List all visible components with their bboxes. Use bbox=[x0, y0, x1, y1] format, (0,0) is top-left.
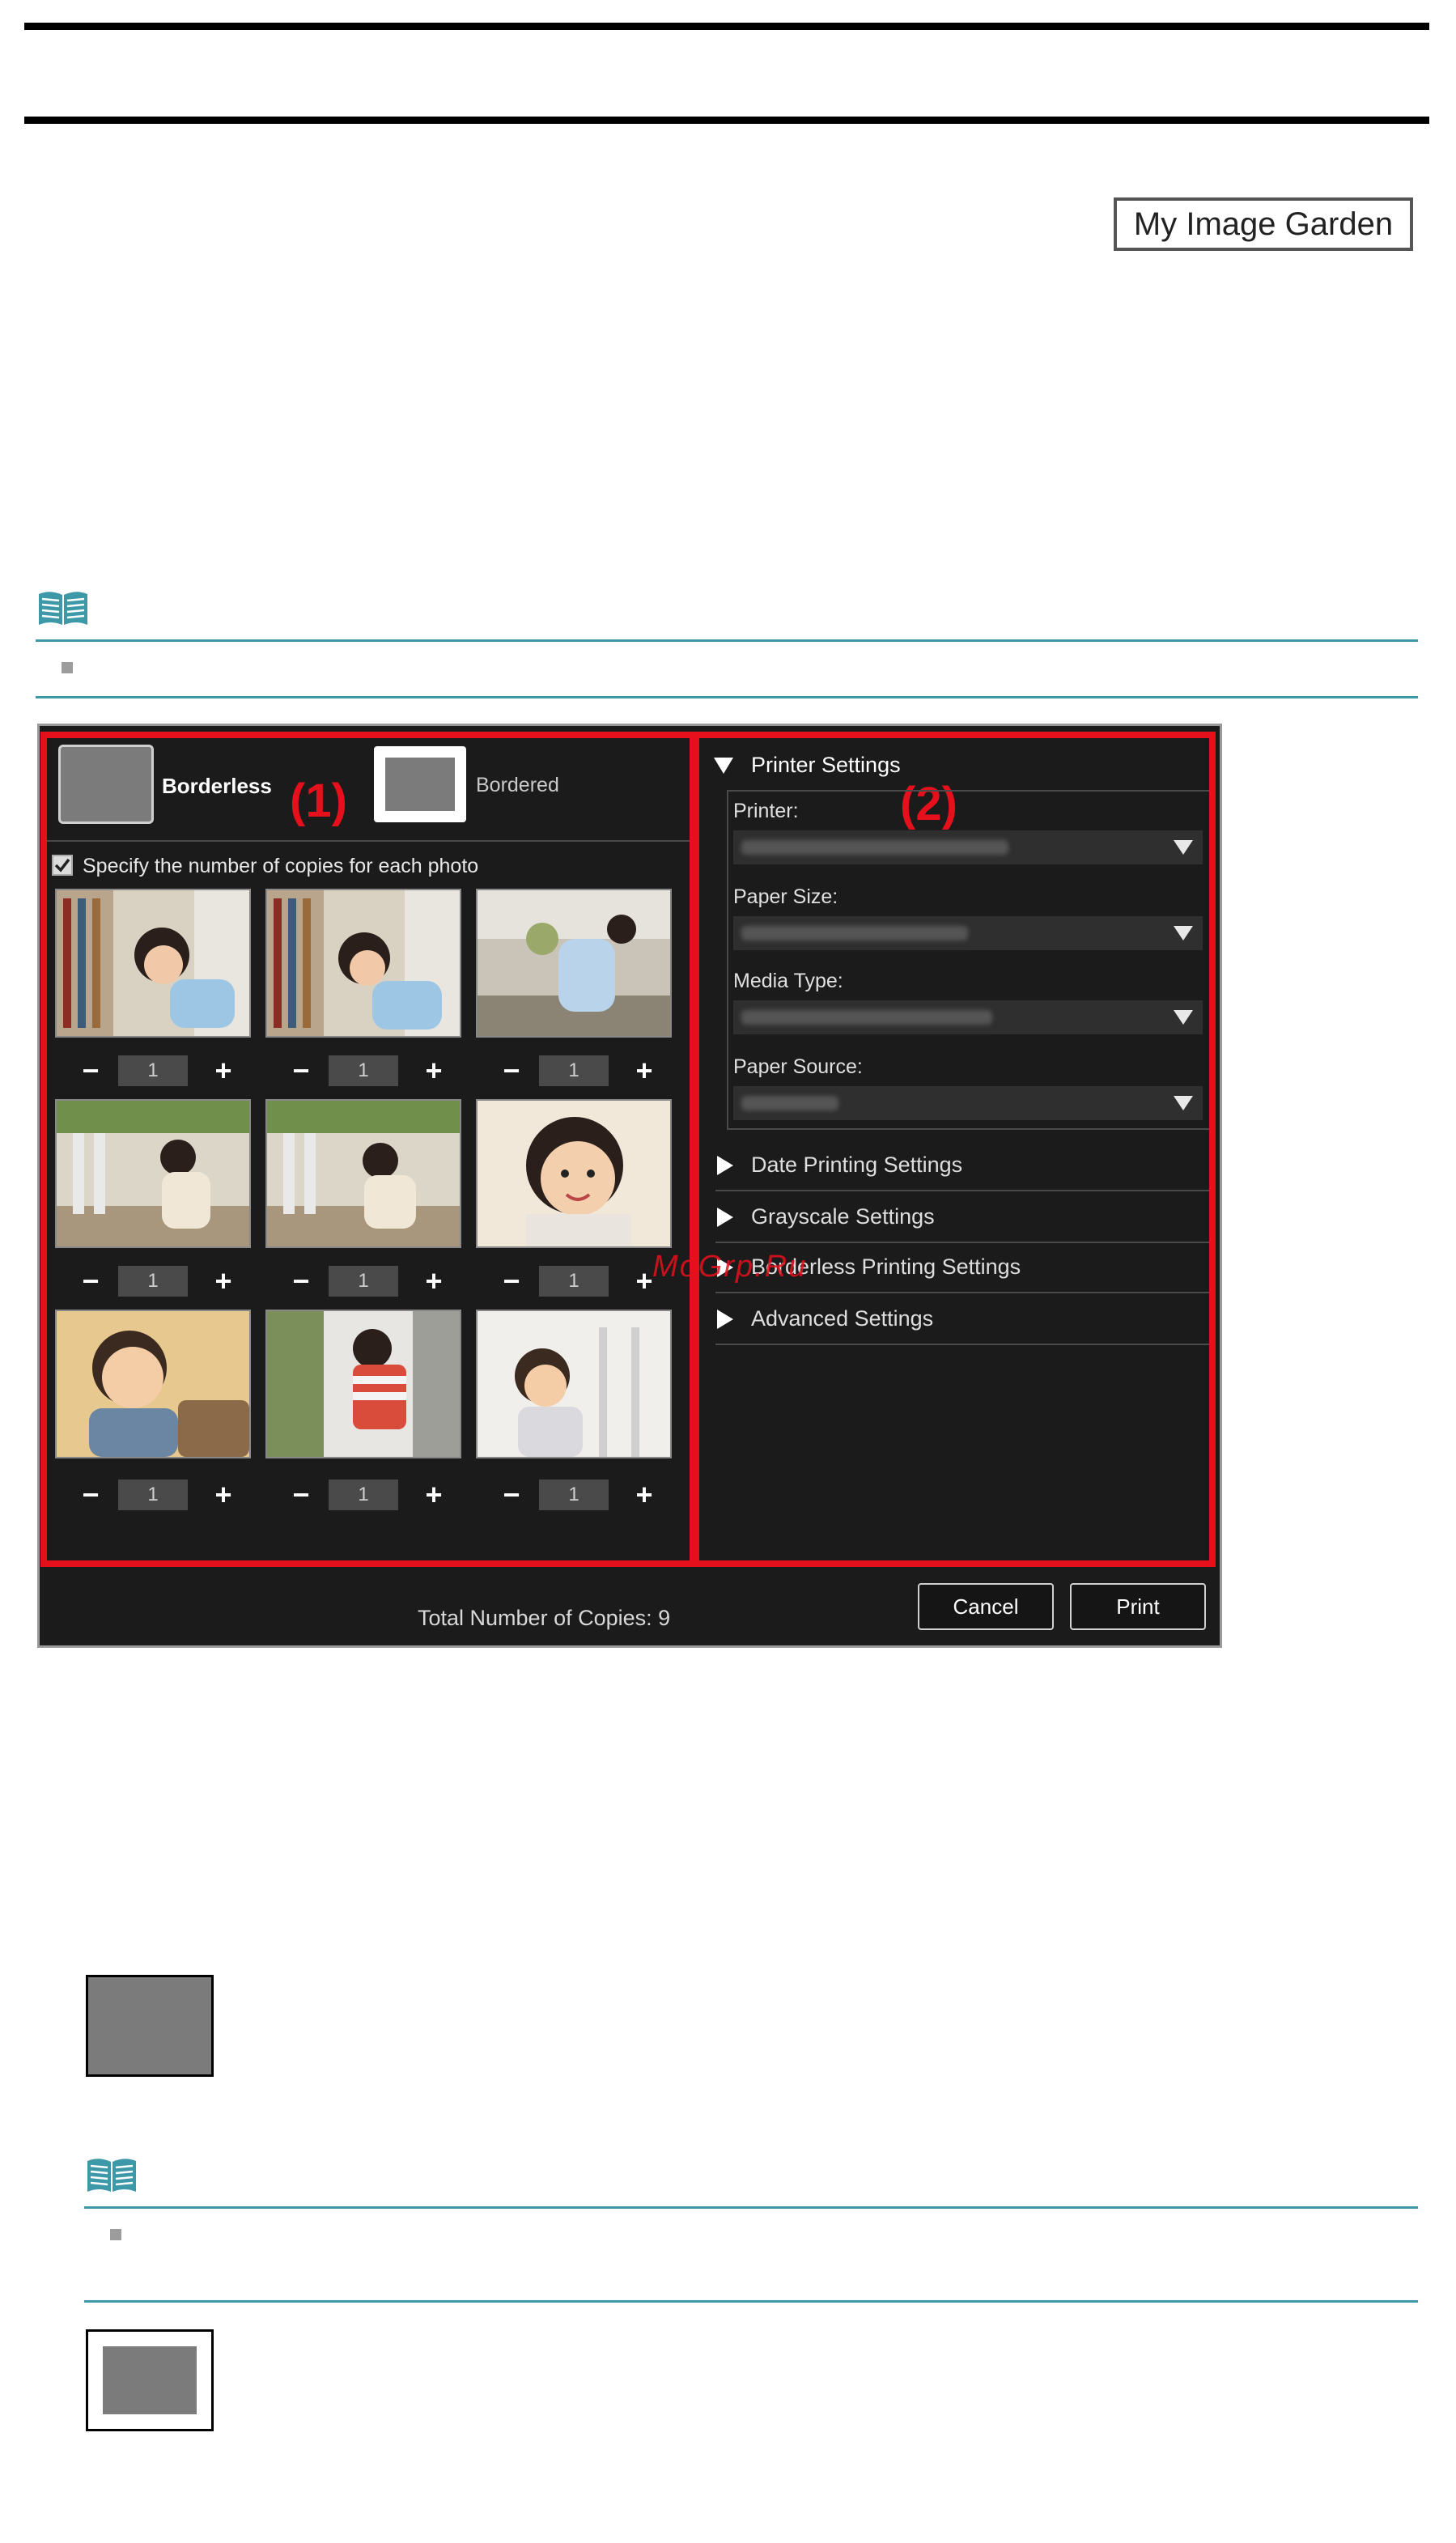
cancel-button[interactable]: Cancel bbox=[918, 1583, 1054, 1630]
photo-thumbnail[interactable] bbox=[476, 889, 672, 1038]
watermark: MoGrp.Ru bbox=[652, 1250, 808, 1284]
blurred-value bbox=[741, 1096, 838, 1110]
dropdown-arrow-icon bbox=[1174, 926, 1193, 940]
section-divider bbox=[715, 1344, 1209, 1345]
checkmark-icon bbox=[54, 858, 70, 872]
note-book-icon bbox=[87, 2159, 136, 2192]
copies-stepper: − 1 + bbox=[55, 1054, 265, 1088]
copies-input[interactable]: 1 bbox=[539, 1266, 609, 1297]
top-rule bbox=[24, 23, 1429, 30]
plus-button[interactable]: + bbox=[209, 1478, 238, 1512]
plus-button[interactable]: + bbox=[419, 1054, 448, 1088]
plus-button[interactable]: + bbox=[630, 1478, 659, 1512]
plus-button[interactable]: + bbox=[419, 1264, 448, 1298]
note-book-icon bbox=[39, 592, 87, 625]
date-printing-settings-header[interactable]: Date Printing Settings bbox=[751, 1153, 962, 1178]
plus-button[interactable]: + bbox=[419, 1478, 448, 1512]
photo-thumbnail[interactable] bbox=[476, 1099, 672, 1248]
section-divider bbox=[715, 1190, 1209, 1191]
copies-stepper: − 1 + bbox=[55, 1478, 265, 1512]
plus-button[interactable]: + bbox=[630, 1054, 659, 1088]
paper-source-select[interactable] bbox=[733, 1086, 1203, 1120]
copies-input[interactable]: 1 bbox=[539, 1055, 609, 1086]
copies-input[interactable]: 1 bbox=[118, 1480, 188, 1510]
copies-input[interactable]: 1 bbox=[118, 1055, 188, 1086]
expanded-arrow-icon[interactable] bbox=[714, 758, 733, 774]
printer-settings-header[interactable]: Printer Settings bbox=[751, 753, 901, 778]
blurred-value bbox=[741, 926, 968, 940]
media-type-label: Media Type: bbox=[733, 970, 843, 992]
bordered-label[interactable]: Bordered bbox=[476, 774, 559, 797]
paper-source-label: Paper Source: bbox=[733, 1055, 863, 1078]
dropdown-arrow-icon bbox=[1174, 840, 1193, 855]
borderless-example-icon bbox=[86, 1975, 214, 2077]
dropdown-arrow-icon bbox=[1174, 1010, 1193, 1025]
note-bullet bbox=[110, 2229, 121, 2240]
copies-stepper: − 1 + bbox=[265, 1264, 476, 1298]
copies-stepper: − 1 + bbox=[265, 1054, 476, 1088]
borderless-layout-thumb[interactable] bbox=[58, 745, 154, 824]
photo-thumbnail[interactable] bbox=[55, 1310, 251, 1458]
paper-size-label: Paper Size: bbox=[733, 885, 838, 908]
blurred-value bbox=[741, 840, 1008, 855]
copies-stepper: − 1 + bbox=[265, 1478, 476, 1512]
minus-button[interactable]: − bbox=[76, 1478, 105, 1512]
collapsed-arrow-icon[interactable] bbox=[717, 1156, 733, 1175]
plus-button[interactable]: + bbox=[209, 1054, 238, 1088]
borderless-label[interactable]: Borderless bbox=[162, 774, 272, 799]
minus-button[interactable]: − bbox=[497, 1054, 526, 1088]
bordered-layout-thumb[interactable] bbox=[374, 746, 466, 822]
section-divider bbox=[715, 1242, 1209, 1243]
minus-button[interactable]: − bbox=[497, 1264, 526, 1298]
copies-stepper: − 1 + bbox=[476, 1478, 686, 1512]
minus-button[interactable]: − bbox=[497, 1478, 526, 1512]
photo-thumbnail[interactable] bbox=[55, 1099, 251, 1248]
note-top-line bbox=[36, 639, 1418, 642]
bordered-example-icon bbox=[86, 2329, 214, 2431]
title-rule bbox=[24, 117, 1429, 124]
photo-thumbnail[interactable] bbox=[265, 1099, 461, 1248]
note-bottom-line bbox=[84, 2300, 1418, 2303]
printer-select[interactable] bbox=[733, 830, 1203, 864]
app-name-badge: My Image Garden bbox=[1114, 197, 1413, 251]
dropdown-arrow-icon bbox=[1174, 1096, 1193, 1110]
minus-button[interactable]: − bbox=[76, 1264, 105, 1298]
copies-input[interactable]: 1 bbox=[329, 1480, 398, 1510]
note-top-line bbox=[84, 2206, 1418, 2209]
grayscale-settings-header[interactable]: Grayscale Settings bbox=[751, 1204, 935, 1229]
photo-thumbnail[interactable] bbox=[265, 889, 461, 1038]
media-type-select[interactable] bbox=[733, 1000, 1203, 1034]
note-bullet bbox=[62, 662, 73, 673]
collapsed-arrow-icon[interactable] bbox=[717, 1310, 733, 1329]
paper-size-select[interactable] bbox=[733, 916, 1203, 950]
specify-copies-label[interactable]: Specify the number of copies for each ph… bbox=[83, 855, 478, 878]
photo-thumbnail[interactable] bbox=[55, 889, 251, 1038]
print-button[interactable]: Print bbox=[1070, 1583, 1206, 1630]
copies-stepper: − 1 + bbox=[476, 1054, 686, 1088]
minus-button[interactable]: − bbox=[287, 1478, 316, 1512]
collapsed-arrow-icon[interactable] bbox=[717, 1208, 733, 1227]
region-1-label: (1) bbox=[290, 775, 347, 827]
printer-label: Printer: bbox=[733, 800, 799, 822]
minus-button[interactable]: − bbox=[287, 1054, 316, 1088]
specify-copies-checkbox[interactable] bbox=[52, 855, 73, 876]
total-copies-label: Total Number of Copies: 9 bbox=[418, 1606, 671, 1630]
blurred-value bbox=[741, 1010, 992, 1025]
note-bottom-line bbox=[36, 696, 1418, 698]
copies-input[interactable]: 1 bbox=[329, 1266, 398, 1297]
copies-input[interactable]: 1 bbox=[539, 1480, 609, 1510]
copies-stepper: − 1 + bbox=[55, 1264, 265, 1298]
minus-button[interactable]: − bbox=[287, 1264, 316, 1298]
copies-input[interactable]: 1 bbox=[329, 1055, 398, 1086]
section-divider bbox=[715, 1292, 1209, 1293]
photo-thumbnail[interactable] bbox=[476, 1310, 672, 1458]
minus-button[interactable]: − bbox=[76, 1054, 105, 1088]
plus-button[interactable]: + bbox=[209, 1264, 238, 1298]
photo-thumbnail[interactable] bbox=[265, 1310, 461, 1458]
left-panel-divider bbox=[47, 840, 690, 842]
advanced-settings-header[interactable]: Advanced Settings bbox=[751, 1306, 933, 1331]
copies-input[interactable]: 1 bbox=[118, 1266, 188, 1297]
